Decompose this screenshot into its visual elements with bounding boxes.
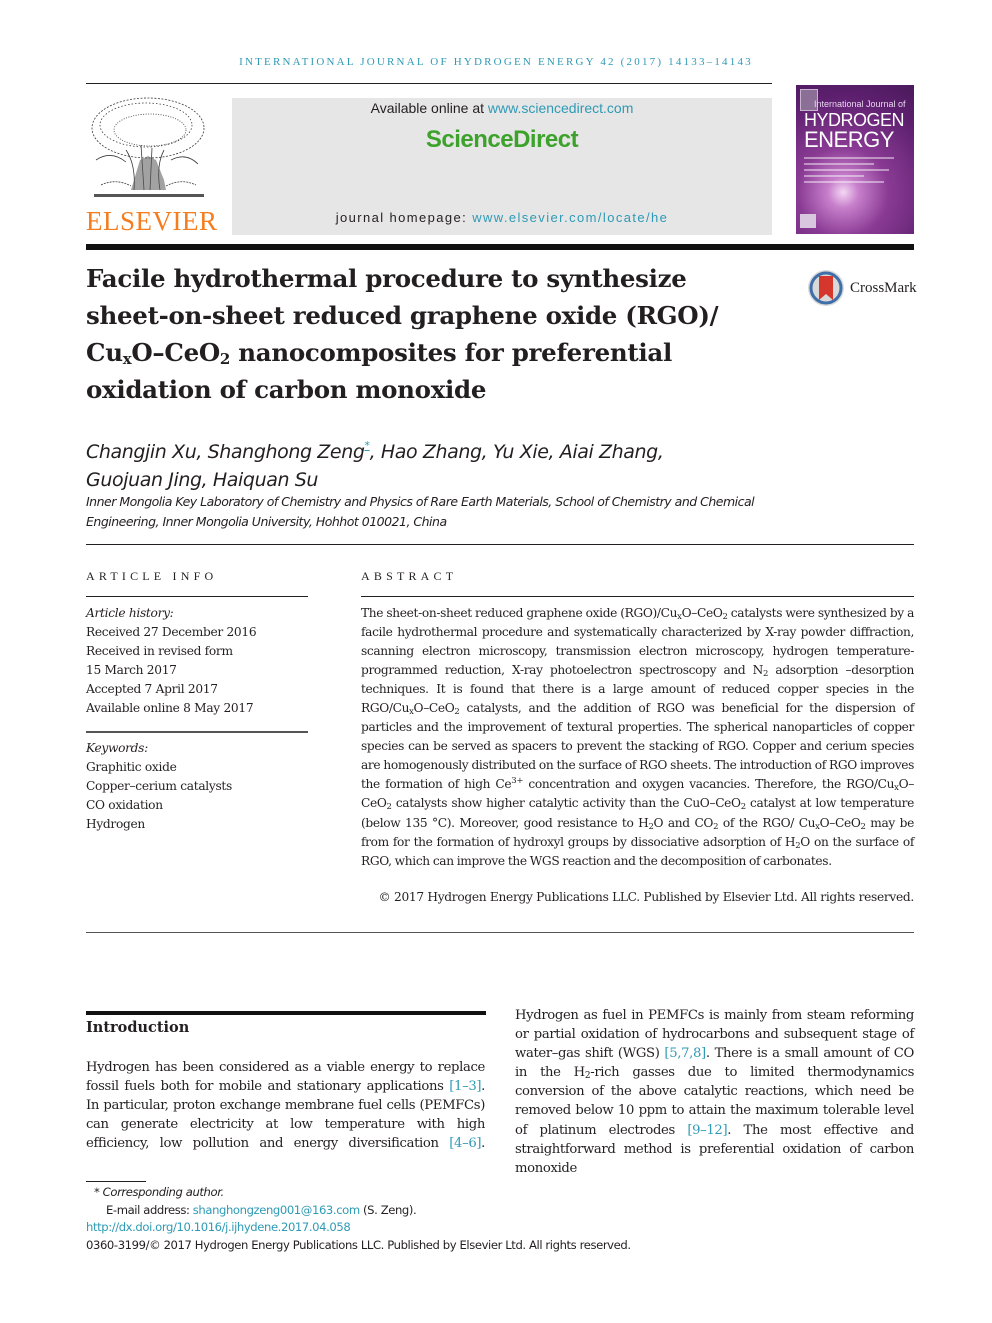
reference-link[interactable]: [5,7,8] (664, 1046, 706, 1061)
crossmark-label: CrossMark (850, 280, 917, 296)
doi-link[interactable]: http://dx.doi.org/10.1016/j.ijhydene.201… (86, 1220, 351, 1234)
cover-journal-prefix: International Journal of (814, 99, 906, 109)
abstract-rule (361, 596, 914, 597)
superscript: 3+ (511, 776, 524, 787)
keywords: Keywords: Graphitic oxide Copper–cerium … (86, 739, 326, 834)
title-text: nanocomposites for preferential (230, 338, 672, 367)
keywords-heading: Keywords: (86, 741, 148, 755)
affiliation: Inner Mongolia Key Laboratory of Chemist… (86, 492, 786, 532)
title-line-1: Facile hydrothermal procedure to synthes… (86, 264, 687, 293)
abstract-text: concentration and oxygen vacancies. Ther… (523, 777, 895, 792)
history-item: Received in revised form (86, 644, 233, 658)
history-item: Available online 8 May 2017 (86, 701, 254, 715)
abstract-end-rule (86, 932, 914, 933)
body-text: Hydrogen has been considered as a viable… (86, 1060, 485, 1095)
abstract-text: O–CeO (819, 815, 861, 830)
footnotes: * Corresponding author. E-mail address: … (86, 1184, 786, 1254)
affiliation-line-2: Engineering, Inner Mongolia University, … (86, 514, 447, 529)
journal-homepage-label: journal homepage: (335, 210, 473, 225)
cover-editor-lines (804, 157, 904, 187)
authors-text: , Hao Zhang, Yu Xie, Aiai Zhang, (369, 441, 664, 463)
article-info-rule (86, 596, 308, 597)
article-history: Article history: Received 27 December 20… (86, 604, 326, 718)
running-header: INTERNATIONAL JOURNAL OF HYDROGEN ENERGY… (239, 56, 753, 68)
footnote-rule (86, 1181, 146, 1182)
abstract-text: O–CeO (681, 606, 723, 620)
journal-cover-image[interactable]: International Journal of HYDROGEN ENERGY (796, 85, 914, 234)
abstract-text: catalysts show higher catalytic activity… (391, 796, 741, 811)
doi-note: http://dx.doi.org/10.1016/j.ijhydene.201… (86, 1219, 786, 1237)
crossmark-button[interactable]: CrossMark (806, 268, 918, 310)
keyword-item: Graphitic oxide (86, 760, 177, 774)
title-line-3: CuxO–CeO2 nanocomposites for preferentia… (86, 338, 672, 367)
title-line-2: sheet-on-sheet reduced graphene oxide (R… (86, 301, 719, 330)
abstract-text: O and CO (653, 815, 714, 830)
introduction-heading: Introduction (86, 1019, 190, 1036)
author-list: Changjin Xu, Shanghong Zeng*, Hao Zhang,… (86, 432, 786, 494)
corresponding-author-note: * Corresponding author. (86, 1184, 786, 1202)
article-title: Facile hydrothermal procedure to synthes… (86, 260, 766, 408)
authors-text: Changjin Xu, Shanghong Zeng (86, 441, 365, 463)
abstract-text: of the RGO/ Cu (718, 815, 816, 830)
email-suffix: (S. Zeng). (359, 1202, 417, 1217)
corresponding-author-label: * Corresponding author. (94, 1185, 224, 1199)
authors-text: Guojuan Jing, Haiquan Su (86, 469, 319, 491)
elsevier-wordmark: ELSEVIER (86, 206, 218, 236)
title-subscript: 2 (219, 350, 231, 368)
elsevier-logo[interactable]: ELSEVIER (86, 90, 218, 236)
abstract-text: The sheet-on-sheet reduced graphene oxid… (361, 606, 678, 620)
reference-link[interactable]: [1–3] (449, 1079, 481, 1094)
history-item: Received 27 December 2016 (86, 625, 257, 639)
introduction-paragraph-2: Hydrogen as fuel in PEMFCs is mainly fro… (515, 1006, 914, 1178)
article-info-heading: ARTICLE INFO (86, 569, 218, 583)
abstract-body: The sheet-on-sheet reduced graphene oxid… (361, 604, 914, 871)
body-text: . (481, 1136, 485, 1152)
cover-badge-icon (800, 214, 816, 228)
title-line-4: oxidation of carbon monoxide (86, 375, 487, 404)
email-label: E-mail address: (106, 1202, 193, 1217)
header-top-rule (86, 83, 772, 84)
affiliation-line-1: Inner Mongolia Key Laboratory of Chemist… (86, 494, 755, 509)
email-note: E-mail address: shanghongzeng001@163.com… (86, 1202, 786, 1220)
history-item: Accepted 7 April 2017 (86, 682, 218, 696)
sciencedirect-link[interactable]: www.sciencedirect.com (488, 100, 634, 116)
abstract-heading: ABSTRACT (361, 569, 458, 583)
keyword-item: Copper–cerium catalysts (86, 779, 232, 793)
sciencedirect-banner: Available online at www.sciencedirect.co… (232, 98, 772, 235)
keyword-item: Hydrogen (86, 817, 145, 831)
available-online-text: Available online at www.sciencedirect.co… (232, 100, 772, 116)
affiliation-rule (86, 544, 914, 545)
abstract-copyright: © 2017 Hydrogen Energy Publications LLC.… (378, 890, 915, 904)
header-thick-rule (86, 244, 914, 250)
journal-homepage-link[interactable]: www.elsevier.com/locate/he (472, 210, 668, 225)
journal-homepage-text: journal homepage: www.elsevier.com/locat… (232, 210, 772, 225)
reference-link[interactable]: [4–6] (449, 1136, 481, 1151)
cover-title-energy: ENERGY (804, 127, 894, 152)
abstract-text: O–CeO (413, 701, 455, 716)
elsevier-tree-icon (91, 97, 205, 197)
available-online-label: Available online at (370, 100, 488, 116)
title-text: Cu (86, 338, 123, 367)
history-item: 15 March 2017 (86, 663, 177, 677)
title-text: O–CeO (131, 338, 220, 367)
crossmark-icon (808, 270, 844, 306)
introduction-paragraph-1: Hydrogen has been considered as a viable… (86, 1058, 485, 1153)
reference-link[interactable]: [9–12] (687, 1123, 727, 1138)
article-history-heading: Article history: (86, 606, 174, 620)
email-link[interactable]: shanghongzeng001@163.com (193, 1203, 360, 1217)
issn-copyright: 0360-3199/© 2017 Hydrogen Energy Publica… (86, 1237, 631, 1252)
sciencedirect-logo[interactable]: ScienceDirect (232, 126, 772, 154)
keywords-rule (86, 731, 308, 733)
keyword-item: CO oxidation (86, 798, 163, 812)
introduction-rule (86, 1011, 486, 1015)
